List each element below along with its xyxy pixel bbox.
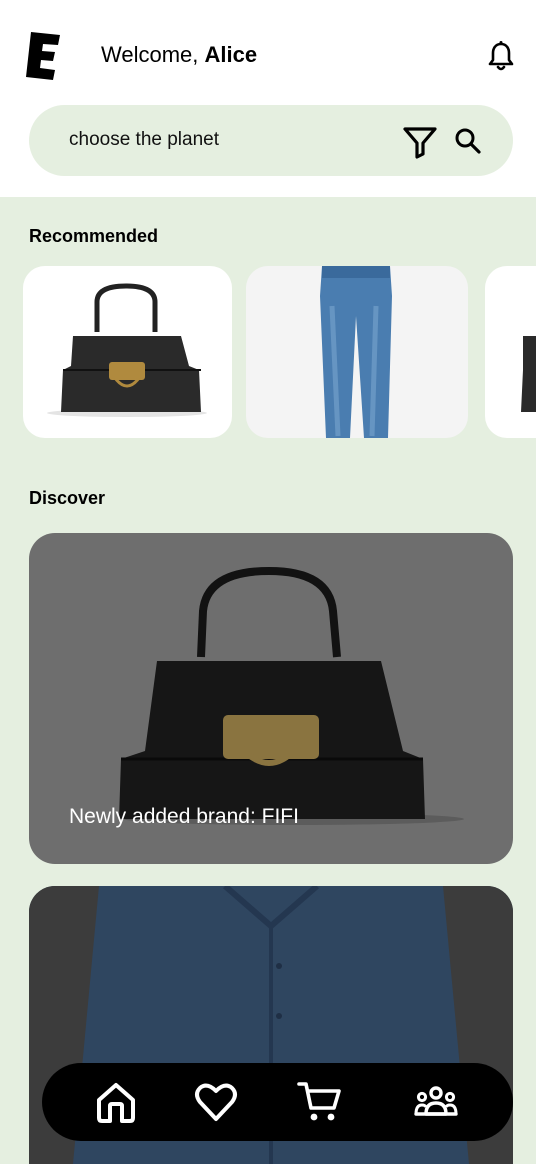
search-icon[interactable]	[454, 127, 482, 155]
handbag-image-partial	[521, 336, 536, 412]
recommended-item-handbag[interactable]	[23, 266, 232, 438]
recommended-item-handbag-partial[interactable]	[485, 266, 536, 438]
discover-card-fifi[interactable]: Newly added brand: FIFI	[29, 533, 513, 864]
cart-icon[interactable]	[297, 1080, 341, 1124]
welcome-prefix: Welcome,	[101, 42, 205, 67]
jeans-image	[320, 266, 392, 438]
bottom-navigation	[42, 1063, 513, 1141]
discover-caption: Newly added brand: FIFI	[69, 805, 299, 828]
discover-heading: Discover	[29, 488, 106, 508]
home-icon[interactable]	[94, 1080, 138, 1124]
bell-icon[interactable]	[486, 40, 516, 72]
top-header: Welcome, Alice choose the planet	[0, 0, 536, 197]
community-icon[interactable]	[414, 1080, 458, 1124]
recommended-item-jeans[interactable]	[246, 266, 468, 438]
user-name: Alice	[204, 42, 258, 67]
recommended-heading: Recommended	[29, 226, 159, 246]
search-input[interactable]: choose the planet	[69, 129, 219, 151]
handbag-image	[47, 283, 207, 417]
heart-icon[interactable]	[194, 1080, 238, 1124]
welcome-message: Welcome, Alice	[101, 41, 257, 69]
search-bar[interactable]: choose the planet	[29, 105, 513, 176]
brand-logo-icon[interactable]	[24, 30, 62, 82]
filter-icon[interactable]	[402, 125, 438, 159]
